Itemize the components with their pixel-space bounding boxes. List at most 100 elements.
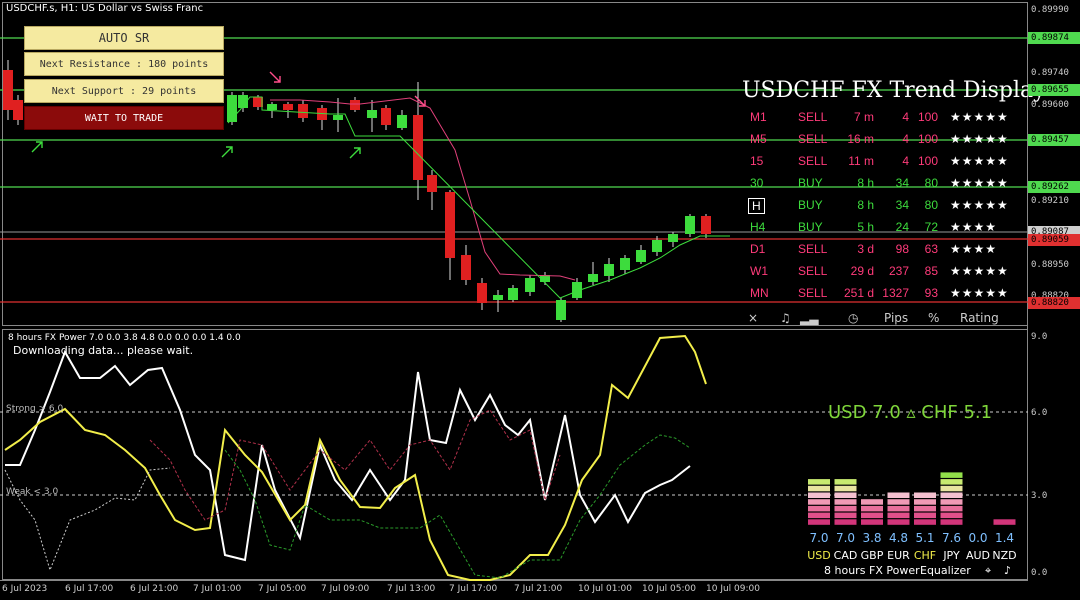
equalizer-button[interactable]: Equalizer [920,564,971,577]
equalizer-segment [914,492,936,498]
bullish-candle [685,216,695,234]
pips-header[interactable]: Pips [884,311,908,325]
equalizer-segment [914,519,936,525]
trend-pips: 34 [895,176,909,190]
bearish-candle [298,104,308,118]
price-tick: 0.89600 [1031,100,1069,110]
close-icon[interactable]: × [748,311,758,325]
download-status: Downloading data... please wait. [13,344,194,357]
equalizer-segment [808,479,830,485]
equalizer-segment [808,519,830,525]
time-tick: 6 Jul 17:00 [65,584,114,594]
equalizer-segment [914,505,936,512]
bullish-candle [508,288,518,300]
trend-tf: 30 [750,176,764,190]
trend-dir: SELL [798,132,828,146]
time-tick: 7 Jul 01:00 [193,584,242,594]
trend-stars: ★★★★★ [950,154,1009,168]
clock-icon[interactable]: ◷ [848,311,858,325]
crosshair-icon[interactable]: ⌖ [985,564,991,578]
equalizer-currency[interactable]: NZD [992,549,1018,562]
equalizer-value: 7.6 [941,531,962,545]
equalizer-segment [834,512,857,519]
wait-to-trade-button[interactable]: WAIT TO TRADE [24,106,224,130]
trend-tf: 15 [750,154,764,168]
trend-dir: SELL [798,110,828,124]
equalizer-segment [940,505,963,512]
trend-display-title: USDCHF FX Trend Display [742,78,1046,103]
equalizer-segment [834,499,857,505]
bullish-candle [588,274,598,282]
sound-wave-icon[interactable]: ▂▃ [800,311,818,325]
trend-age: 8 h [857,198,874,212]
equalizer-currency[interactable]: USD [806,549,832,562]
bearish-candle [461,255,471,280]
trend-stars: ★★★★★ [950,198,1009,212]
equalizer-value: 0.0 [968,531,988,545]
equalizer-currency[interactable]: AUD [965,549,991,562]
trend-age: 3 d [857,242,874,256]
equalizer-currency[interactable]: JPY [939,549,965,562]
next-resistance-label: Next Resistance : 180 points [24,52,224,76]
resistance-price-tag: 0.89874 [1028,32,1080,44]
equalizer-currency[interactable]: CHF [912,549,938,562]
bearish-candle [477,283,487,303]
trend-tf: W1 [750,264,768,278]
time-tick: 7 Jul 09:00 [321,584,370,594]
support-price-tag: 0.88820 [1028,297,1080,309]
power-axis-tick: 0.0 [1031,568,1048,578]
equalizer-segment [940,492,963,498]
trend-dir: SELL [798,286,828,300]
trend-tf: M5 [750,132,767,146]
equalizer-segment [940,479,963,485]
buy-arrows [31,141,361,159]
equalizer-segment [834,519,857,525]
trend-age: 11 m [848,154,874,168]
trend-pct: 85 [924,264,938,278]
fx-power-title: 8 hours FX Power 7.0 0.0 3.8 4.8 0.0 0.0… [8,333,241,343]
trend-age: 16 m [847,132,874,146]
trend-stars: ★★★★★ [950,176,1009,190]
trend-tf: H [748,198,765,214]
equalizer-segment [861,499,883,505]
time-tick: 7 Jul 21:00 [514,584,563,594]
trend-dir: BUY [798,198,823,212]
percent-header[interactable]: % [928,311,939,325]
time-tick: 10 Jul 09:00 [706,584,760,594]
equalizer-value: 5.1 [915,531,935,545]
bullish-candle [367,110,377,118]
next-support-label: Next Support : 29 points [24,79,224,103]
equalizer-value: 1.4 [994,531,1015,545]
equalizer-value: 7.0 [835,531,856,545]
bullish-candle [620,258,630,270]
equalizer-currency[interactable]: EUR [886,549,912,562]
equalizer-currency[interactable]: GBP [859,549,885,562]
trend-age: 29 d [850,264,874,278]
equalizer-segment [834,479,857,485]
equalizer-segment [808,505,830,512]
trend-dir: SELL [798,154,828,168]
trend-stars: ★★★★ [950,220,998,234]
trend-tf: D1 [750,242,766,256]
trend-pct: 80 [924,176,938,190]
trend-pct: 100 [917,110,938,124]
price-tick: 0.88950 [1031,260,1069,270]
bearish-candle [701,216,711,234]
equalizer-value: 4.8 [888,531,909,545]
music-icon[interactable]: ♫ [780,311,791,325]
rating-header[interactable]: Rating [960,311,999,325]
trend-tf: M1 [750,110,767,124]
music-note-icon[interactable]: ♪ [1004,564,1011,577]
equalizer-segment [940,485,963,492]
equalizer-segment [940,512,963,519]
time-tick: 6 Jul 21:00 [130,584,179,594]
equalizer-segment [861,512,883,519]
trend-age: 5 h [857,220,874,234]
trend-pips: 98 [895,242,909,256]
resistance-price-tag: 0.89655 [1028,84,1080,96]
equalizer-currency[interactable]: CAD [833,549,859,562]
buy-arrow-icon [31,141,43,153]
currency-equalizer [808,472,1016,525]
trend-age: 7 m [853,110,874,124]
bullish-candle [525,278,535,292]
